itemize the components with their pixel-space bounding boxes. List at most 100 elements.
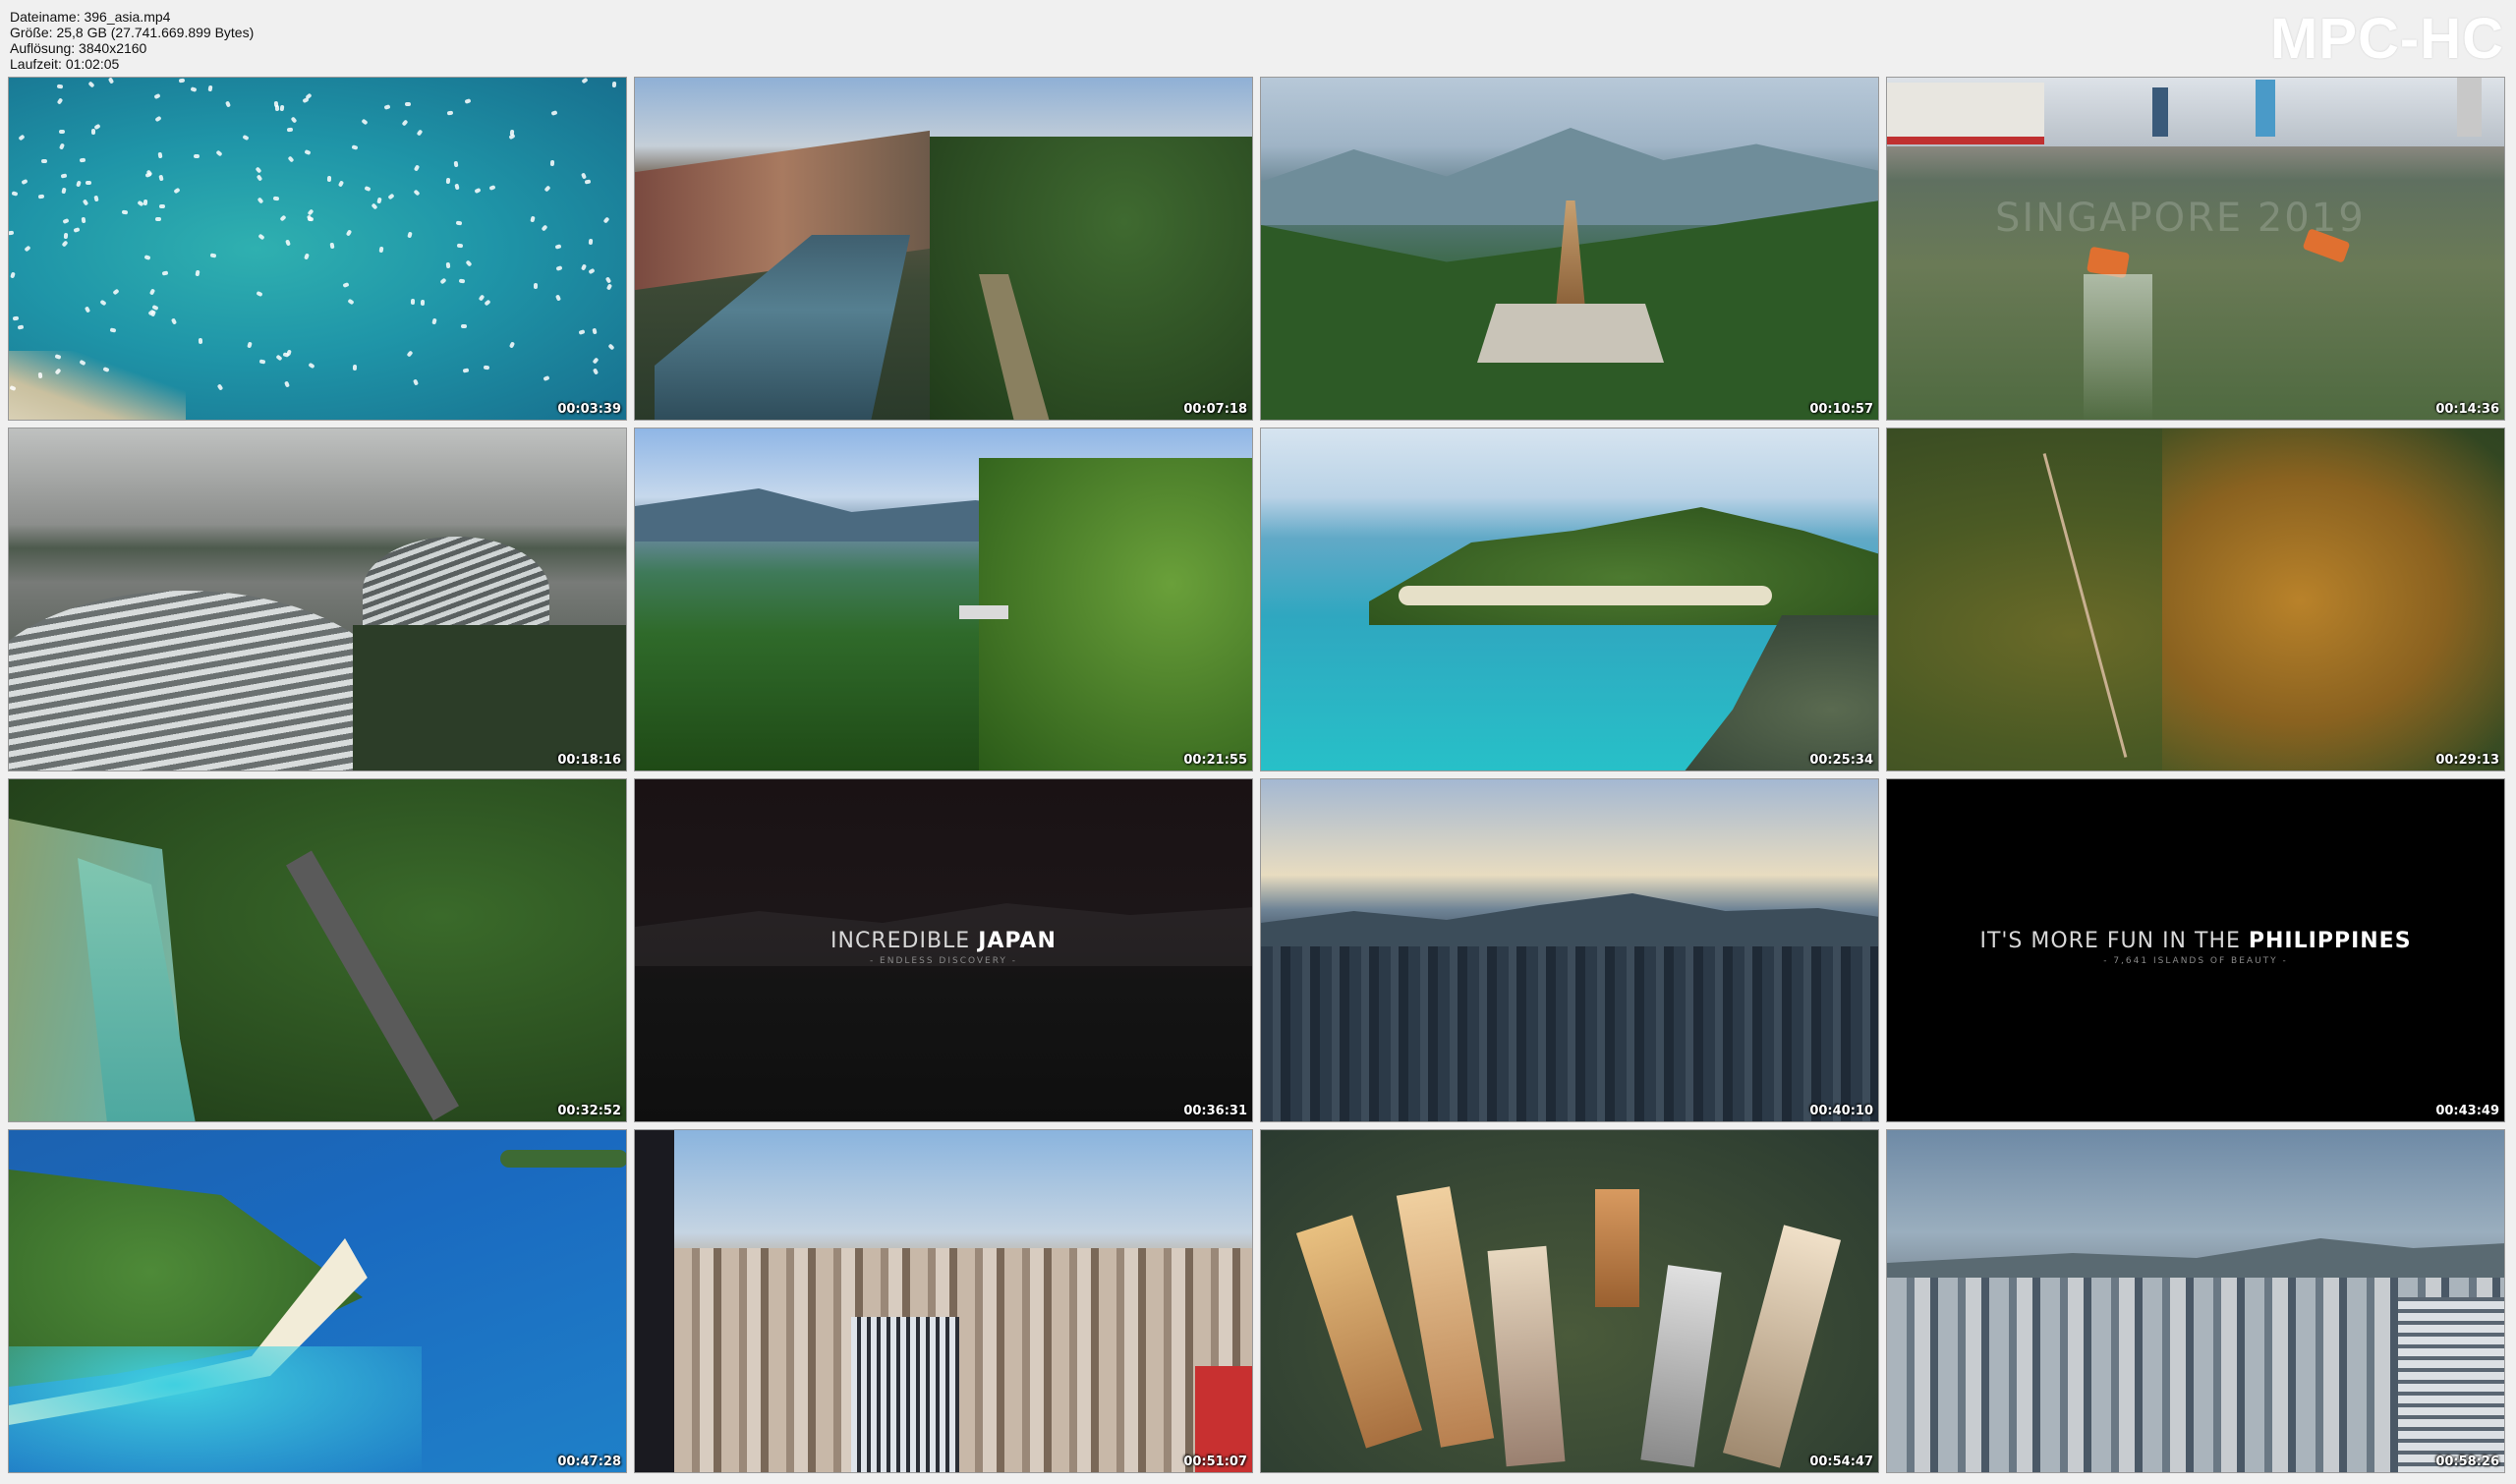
boat-speck [345, 229, 353, 237]
boat-speck [383, 104, 391, 110]
thumbnail-10[interactable]: INCREDIBLE JAPAN - ENDLESS DISCOVERY - 0… [634, 778, 1253, 1122]
timestamp: 00:21:55 [1183, 753, 1247, 768]
thumbnail-9[interactable]: 00:32:52 [8, 778, 627, 1122]
thumbnail-1[interactable]: 00:03:39 [8, 77, 627, 421]
boat-speck [87, 81, 95, 88]
boat-speck [286, 127, 294, 133]
boat-speck [102, 367, 110, 372]
boat-speck [190, 86, 198, 92]
boat-speck [378, 246, 384, 254]
boat-speck [56, 84, 64, 89]
boat-speck [144, 172, 152, 178]
boat-speck [60, 173, 68, 179]
boat-speck [307, 216, 314, 222]
sheet-header: Dateiname: 396_asia.mp4 Größe: 25,8 GB (… [0, 0, 2516, 77]
boat-speck [592, 368, 600, 375]
boat-speck [549, 159, 555, 167]
filename-line: Dateiname: 396_asia.mp4 [10, 9, 171, 25]
thumbnail-5[interactable]: 00:18:16 [8, 428, 627, 771]
timestamp: 00:36:31 [1183, 1104, 1247, 1118]
thumbnail-13[interactable]: 00:47:28 [8, 1129, 627, 1473]
boat-speck [508, 341, 516, 349]
boat-speck [73, 227, 81, 233]
boat-speck [290, 116, 298, 124]
boat-speck [58, 129, 66, 135]
boat-speck [484, 299, 491, 307]
boat-speck [416, 129, 424, 137]
thumbnail-12[interactable]: IT'S MORE FUN IN THE PHILIPPINES - 7,641… [1886, 778, 2505, 1122]
boat-speck [10, 271, 16, 279]
boat-speck [148, 288, 156, 296]
boat-speck [581, 78, 589, 85]
thumbnail-16[interactable]: 00:58:26 [1886, 1129, 2505, 1473]
boat-speck [40, 158, 48, 164]
thumbnail-4[interactable]: SINGAPORE 2019 00:14:36 [1886, 77, 2505, 421]
boat-speck [455, 220, 463, 226]
thumbnail-3[interactable]: 00:10:57 [1260, 77, 1879, 421]
boat-speck [337, 180, 345, 188]
boat-speck [54, 368, 62, 375]
boat-speck [286, 349, 292, 357]
thumbnail-7[interactable]: 00:25:34 [1260, 428, 1879, 771]
thumbnail-8[interactable]: 00:29:13 [1886, 428, 2505, 771]
scene-autumn-forest [1887, 428, 2504, 771]
timestamp: 00:18:16 [557, 753, 621, 768]
boat-speck [198, 337, 203, 345]
thumbnail-6[interactable]: 00:21:55 [634, 428, 1253, 771]
boat-speck [413, 164, 421, 172]
boat-speck [439, 277, 447, 285]
boat-speck [195, 269, 200, 277]
boat-speck [407, 231, 413, 239]
boat-speck [554, 294, 562, 302]
thumbnail-2[interactable]: 00:07:18 [634, 77, 1253, 421]
boat-speck [18, 134, 26, 142]
boat-speck [56, 97, 64, 105]
boat-speck [287, 155, 295, 163]
timestamp: 00:51:07 [1183, 1455, 1247, 1469]
boat-speck [304, 253, 310, 260]
boat-speck [483, 365, 490, 371]
boat-speck [37, 371, 43, 379]
timestamp: 00:07:18 [1183, 402, 1247, 417]
boat-speck [550, 110, 558, 116]
boat-speck [604, 276, 612, 284]
thumbnail-15[interactable]: 00:54:47 [1260, 1129, 1879, 1473]
boat-speck [478, 294, 486, 302]
boat-speck [215, 149, 223, 157]
boat-speck [9, 230, 15, 236]
boat-speck [488, 185, 496, 191]
boat-speck [329, 242, 335, 250]
scene-beach-spit [9, 1130, 626, 1472]
boat-speck [352, 364, 358, 371]
boat-speck [611, 81, 617, 88]
boat-speck [247, 341, 253, 349]
boat-speck [21, 178, 29, 186]
boat-speck [99, 299, 107, 307]
boat-speck [107, 78, 115, 85]
boat-speck [404, 101, 412, 107]
boat-speck [279, 214, 287, 222]
boat-speck [578, 329, 586, 335]
boat-speck [401, 119, 409, 127]
mpc-hc-logo: MPC-HC [2270, 7, 2504, 71]
timestamp: 00:29:13 [2435, 753, 2499, 768]
watermark-text: SINGAPORE 2019 [1995, 196, 2366, 241]
boat-speck [173, 187, 181, 195]
boat-speck [445, 261, 451, 269]
thumbnail-14[interactable]: 00:51:07 [634, 1129, 1253, 1473]
boat-speck [93, 123, 101, 131]
boat-speck [93, 195, 99, 202]
boat-speck [543, 375, 550, 381]
boat-speck [462, 368, 470, 373]
scene-city-skyline [635, 1130, 1252, 1472]
boat-speck [431, 317, 437, 325]
boat-speck [11, 191, 19, 197]
boat-speck [61, 187, 67, 195]
thumbnail-11[interactable]: 00:40:10 [1260, 778, 1879, 1122]
scene-boats-bay [9, 78, 626, 420]
boat-speck [307, 208, 314, 216]
boat-speck [79, 157, 86, 163]
boat-speck [302, 96, 310, 104]
boat-speck [284, 380, 290, 388]
boat-speck [143, 199, 148, 206]
